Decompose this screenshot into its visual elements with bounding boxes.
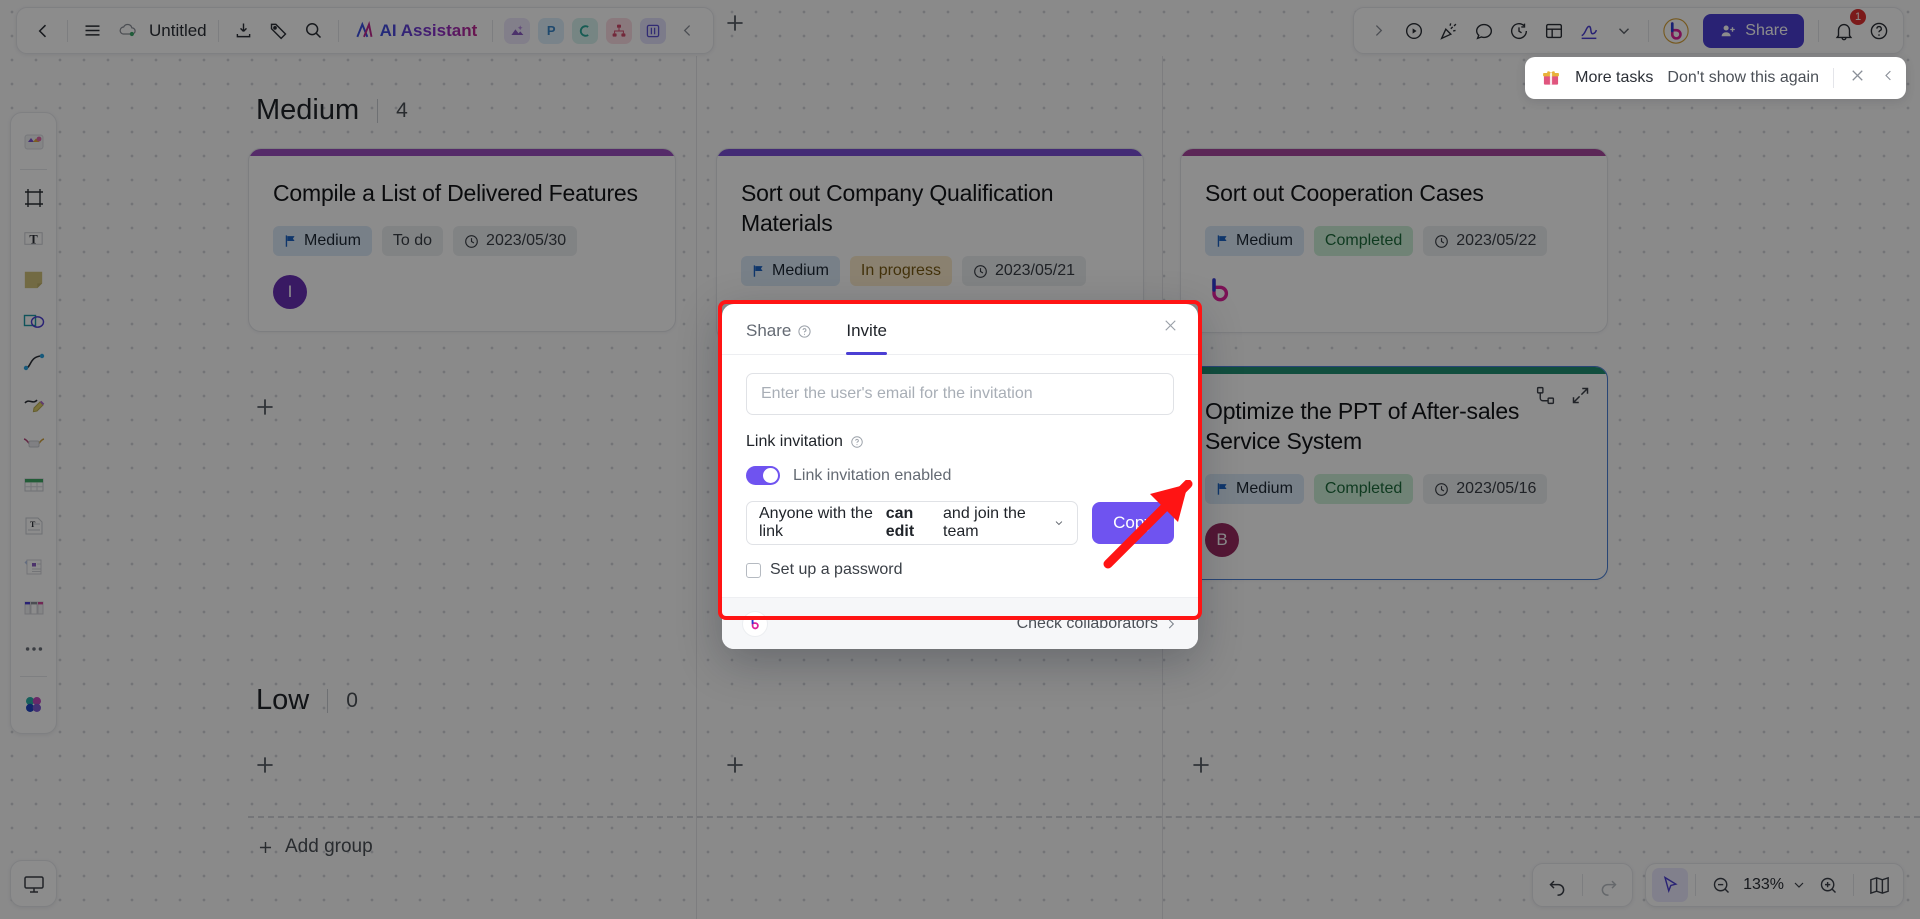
gift-icon	[1543, 71, 1560, 85]
link-invitation-text: Link invitation	[746, 433, 843, 450]
pointer-arrow	[1103, 480, 1193, 569]
invite-email-input[interactable]	[746, 373, 1174, 415]
dialog-tabs: Share Invite	[722, 304, 1198, 355]
check-collaborators-link[interactable]: Check collaborators	[1017, 615, 1178, 633]
more-tasks-toast: More tasks Don't show this again	[1525, 57, 1906, 99]
setup-password-label: Set up a password	[770, 561, 903, 578]
link-invitation-toggle-label: Link invitation enabled	[793, 466, 952, 484]
question-help-icon	[798, 324, 811, 338]
permission-prefix: Anyone with the link	[759, 505, 873, 540]
dialog-close-button[interactable]	[1161, 316, 1180, 339]
divider	[1833, 68, 1834, 88]
tab-share-label: Share	[746, 321, 792, 340]
chevron-left-icon	[1885, 70, 1891, 81]
permission-value: can edit	[885, 505, 915, 540]
permission-select[interactable]: Anyone with the link can edit and join t…	[746, 501, 1078, 545]
chevron-right-icon	[1168, 619, 1175, 628]
boardmix-logo-icon	[742, 610, 768, 637]
setup-password-checkbox[interactable]	[746, 562, 761, 578]
dialog-footer: Check collaborators	[722, 597, 1198, 649]
link-invitation-toggle[interactable]	[746, 466, 780, 485]
tab-invite[interactable]: Invite	[846, 321, 888, 355]
toast-dismiss-link[interactable]: Don't show this again	[1667, 69, 1819, 87]
tab-invite-label: Invite	[846, 321, 888, 340]
link-invitation-label: Link invitation	[746, 433, 1174, 451]
check-collaborators-label: Check collaborators	[1016, 614, 1158, 632]
permission-suffix: and join the team	[943, 505, 1026, 540]
chevron-down-icon	[1055, 521, 1063, 526]
close-icon	[1165, 320, 1176, 331]
close-icon	[1852, 70, 1863, 81]
toast-label: More tasks	[1575, 69, 1654, 86]
toast-collapse-button[interactable]	[1881, 68, 1896, 88]
toast-close-button[interactable]	[1848, 66, 1867, 90]
tab-share[interactable]: Share	[746, 321, 812, 354]
share-invite-dialog: Share Invite Link invitation Link invita…	[722, 304, 1198, 649]
question-help-icon	[851, 436, 863, 448]
